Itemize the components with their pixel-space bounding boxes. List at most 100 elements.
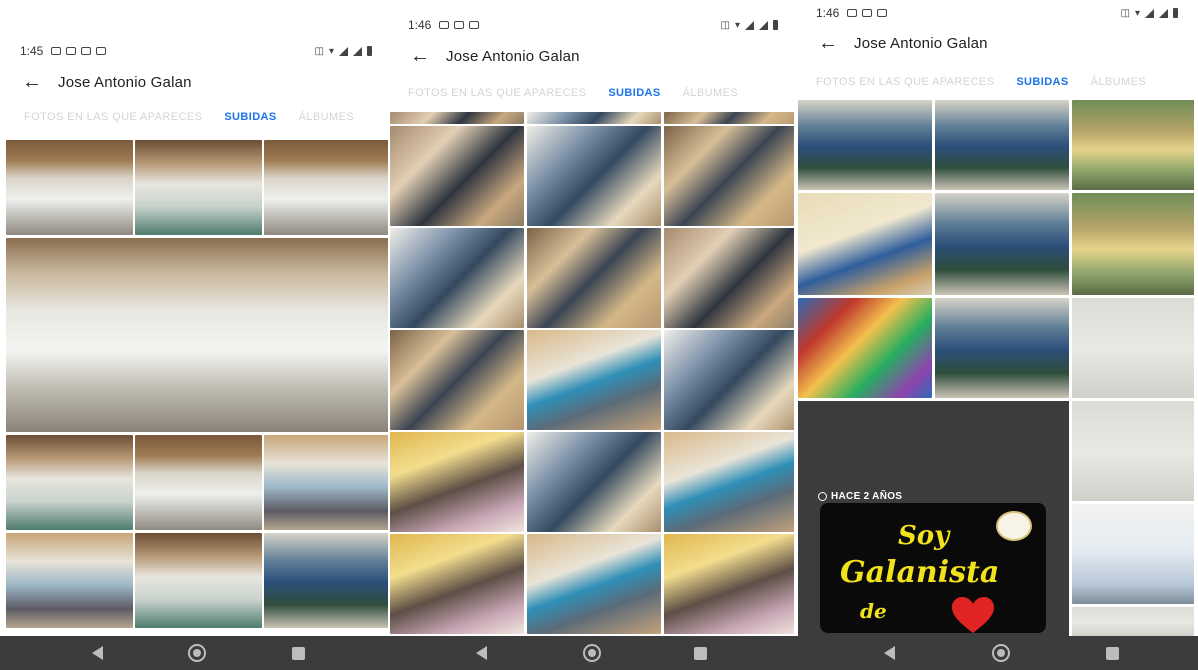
tab-uploads[interactable]: SUBIDAS	[224, 111, 276, 123]
photo-featured[interactable]	[6, 238, 388, 432]
wifi-icon: ▾	[328, 45, 334, 57]
photo-thumbnail[interactable]	[135, 435, 262, 530]
tab-albums[interactable]: ÁLBUMES	[299, 111, 354, 123]
photo-grid: HACE 2 AÑOS Soy Galanista de	[798, 100, 1194, 636]
notification-icon	[469, 21, 480, 29]
tab-bar: FOTOS EN LAS QUE APARECES SUBIDAS ÁLBUME…	[388, 82, 798, 104]
photo-thumbnail[interactable]	[935, 298, 1069, 398]
tab-albums[interactable]: ÁLBUMES	[1091, 76, 1146, 88]
tab-albums[interactable]: ÁLBUMES	[683, 87, 738, 99]
photo-thumbnail[interactable]	[798, 193, 932, 295]
photo-thumbnail[interactable]	[527, 534, 661, 634]
cover-text-line3: de	[860, 599, 887, 623]
memory-cover-image: Soy Galanista de	[820, 503, 1046, 633]
photo-thumbnail[interactable]	[390, 432, 524, 532]
photo-thumbnail[interactable]	[664, 126, 794, 226]
photo-thumbnail[interactable]	[390, 534, 524, 634]
notification-icon	[439, 21, 450, 29]
memory-badge-label: HACE 2 AÑOS	[831, 491, 903, 502]
app-bar: ← Jose Antonio Galan	[388, 41, 798, 71]
nav-back-icon[interactable]	[884, 646, 895, 660]
tab-tagged-photos[interactable]: FOTOS EN LAS QUE APARECES	[816, 76, 994, 88]
notification-icons	[847, 9, 888, 17]
battery-icon	[1173, 8, 1178, 18]
photo-thumbnail[interactable]	[135, 140, 262, 235]
photo-thumbnail[interactable]	[798, 100, 932, 190]
photo-thumbnail[interactable]	[664, 330, 794, 430]
sticker-image	[996, 511, 1032, 541]
photo-thumbnail[interactable]	[664, 228, 794, 328]
photo-thumbnail[interactable]	[664, 432, 794, 532]
photo-thumbnail[interactable]	[935, 193, 1069, 295]
photo-thumbnail[interactable]	[1072, 298, 1194, 398]
photo-thumbnail[interactable]	[390, 112, 524, 124]
signal-icon	[1159, 8, 1168, 18]
photo-thumbnail[interactable]	[527, 228, 661, 328]
photo-thumbnail[interactable]	[527, 330, 661, 430]
tab-tagged-photos[interactable]: FOTOS EN LAS QUE APARECES	[24, 111, 202, 123]
photo-thumbnail[interactable]	[527, 112, 661, 124]
notification-icons	[51, 47, 107, 55]
photo-thumbnail[interactable]	[6, 435, 133, 530]
app-bar: ← Jose Antonio Galan	[796, 28, 1198, 58]
tab-uploads[interactable]: SUBIDAS	[1016, 76, 1068, 88]
notification-icon	[51, 47, 62, 55]
app-bar: ← Jose Antonio Galan	[0, 67, 392, 97]
photo-thumbnail[interactable]	[664, 112, 794, 124]
notification-icon	[862, 9, 873, 17]
nav-home-icon[interactable]	[583, 644, 601, 662]
status-time: 1:45	[20, 44, 44, 58]
memory-card[interactable]: HACE 2 AÑOS Soy Galanista de	[798, 401, 1069, 636]
nav-home-icon[interactable]	[992, 644, 1010, 662]
photo-thumbnail[interactable]	[1072, 100, 1194, 190]
battery-icon	[367, 46, 372, 56]
photo-thumbnail[interactable]	[1072, 504, 1194, 604]
photo-thumbnail[interactable]	[135, 533, 262, 628]
memory-badge: HACE 2 AÑOS	[818, 491, 902, 502]
photo-thumbnail[interactable]	[6, 140, 133, 235]
page-title: Jose Antonio Galan	[446, 47, 580, 65]
nav-recent-icon[interactable]	[694, 647, 707, 660]
photo-thumbnail[interactable]	[264, 533, 388, 628]
photo-thumbnail[interactable]	[664, 534, 794, 634]
photo-thumbnail[interactable]	[1072, 193, 1194, 295]
photo-thumbnail[interactable]	[390, 330, 524, 430]
nav-back-icon[interactable]	[92, 646, 103, 660]
status-time: 1:46	[408, 18, 432, 32]
tab-tagged-photos[interactable]: FOTOS EN LAS QUE APARECES	[408, 87, 586, 99]
photo-thumbnail[interactable]	[6, 533, 133, 628]
photo-thumbnail[interactable]	[264, 140, 388, 235]
photo-thumbnail[interactable]	[390, 228, 524, 328]
photo-thumbnail[interactable]	[527, 126, 661, 226]
photo-thumbnail[interactable]	[264, 435, 388, 530]
nav-home-icon[interactable]	[188, 644, 206, 662]
photo-thumbnail[interactable]	[390, 126, 524, 226]
nav-recent-icon[interactable]	[1106, 647, 1119, 660]
page-title: Jose Antonio Galan	[854, 34, 988, 52]
back-arrow-icon[interactable]: ←	[22, 72, 58, 92]
nav-recent-icon[interactable]	[292, 647, 305, 660]
battery-icon	[773, 20, 778, 30]
notification-icon	[66, 47, 77, 55]
tab-bar: FOTOS EN LAS QUE APARECES SUBIDAS ÁLBUME…	[796, 71, 1198, 93]
back-arrow-icon[interactable]: ←	[410, 46, 446, 66]
tab-bar: FOTOS EN LAS QUE APARECES SUBIDAS ÁLBUME…	[0, 106, 392, 128]
nav-back-icon[interactable]	[476, 646, 487, 660]
back-arrow-icon[interactable]: ←	[818, 33, 854, 53]
photo-thumbnail[interactable]	[527, 432, 661, 532]
signal-icon	[353, 46, 362, 56]
status-time: 1:46	[816, 6, 840, 20]
status-icons: ◫ ▾	[721, 20, 778, 31]
signal-icon	[745, 20, 754, 30]
tab-uploads[interactable]: SUBIDAS	[608, 87, 660, 99]
photo-thumbnail[interactable]	[1072, 401, 1194, 501]
photo-grid	[390, 112, 794, 636]
photo-thumbnail[interactable]	[798, 298, 932, 398]
signal-icon	[759, 20, 768, 30]
photo-thumbnail[interactable]	[1072, 607, 1194, 636]
photo-thumbnail[interactable]	[935, 100, 1069, 190]
notification-icon	[81, 47, 92, 55]
signal-icon	[339, 46, 348, 56]
cover-text-line1: Soy	[898, 521, 950, 551]
page-title: Jose Antonio Galan	[58, 73, 192, 91]
